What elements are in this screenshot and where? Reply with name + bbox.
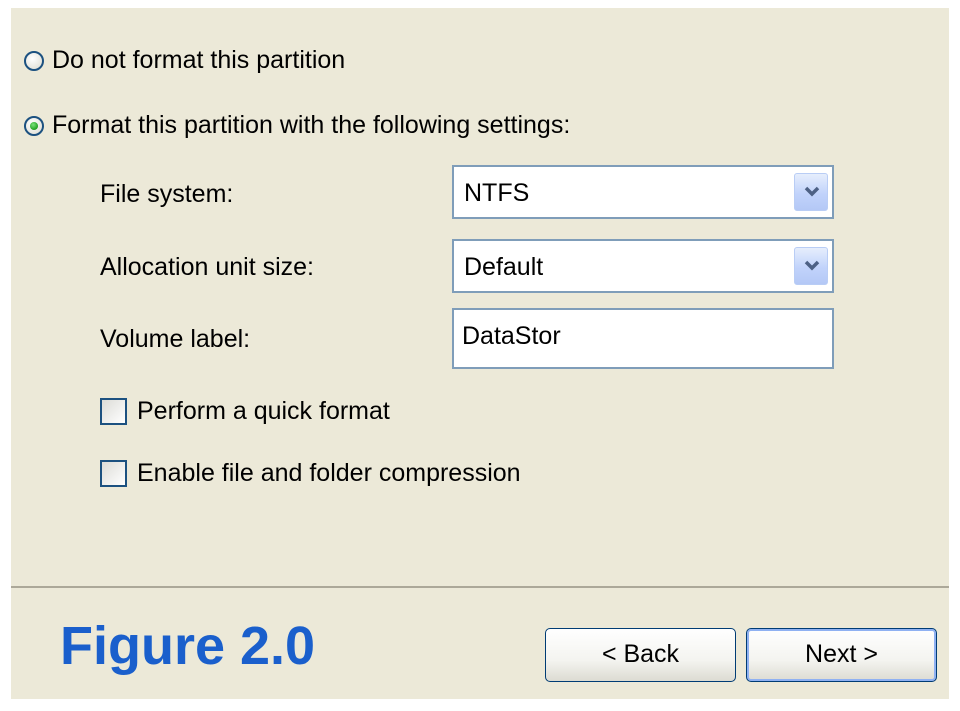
volume-label-input[interactable]: DataStor (452, 308, 834, 369)
quick-format-option[interactable]: Perform a quick format (100, 397, 390, 426)
back-button[interactable]: < Back (545, 628, 736, 682)
compression-label: Enable file and folder compression (137, 459, 521, 487)
chevron-down-icon (804, 186, 820, 197)
no-format-label: Do not format this partition (52, 46, 346, 74)
volume-label-label: Volume label: (100, 325, 251, 353)
quick-format-checkbox[interactable] (100, 398, 127, 425)
next-button[interactable]: Next > (746, 628, 937, 682)
format-label: Format this partition with the following… (52, 111, 571, 139)
volume-label-value: DataStor (462, 322, 561, 350)
no-format-radio[interactable] (24, 50, 44, 71)
file-system-label: File system: (100, 180, 234, 208)
format-partition-panel (11, 8, 949, 586)
allocation-unit-size-select[interactable]: Default (452, 239, 834, 293)
allocation-unit-size-dropdown-button[interactable] (794, 247, 828, 285)
chevron-down-icon (804, 260, 820, 271)
allocation-unit-size-value: Default (464, 253, 544, 281)
allocation-unit-size-label: Allocation unit size: (100, 253, 315, 281)
compression-checkbox[interactable] (100, 460, 127, 487)
format-option[interactable]: Format this partition with the following… (24, 111, 570, 140)
compression-option[interactable]: Enable file and folder compression (100, 459, 521, 488)
file-system-dropdown-button[interactable] (794, 173, 828, 211)
no-format-option[interactable]: Do not format this partition (24, 46, 345, 75)
file-system-value: NTFS (464, 179, 530, 207)
figure-title: Figure 2.0 (60, 616, 316, 676)
quick-format-label: Perform a quick format (137, 397, 390, 425)
format-radio[interactable] (24, 115, 44, 136)
file-system-select[interactable]: NTFS (452, 165, 834, 219)
